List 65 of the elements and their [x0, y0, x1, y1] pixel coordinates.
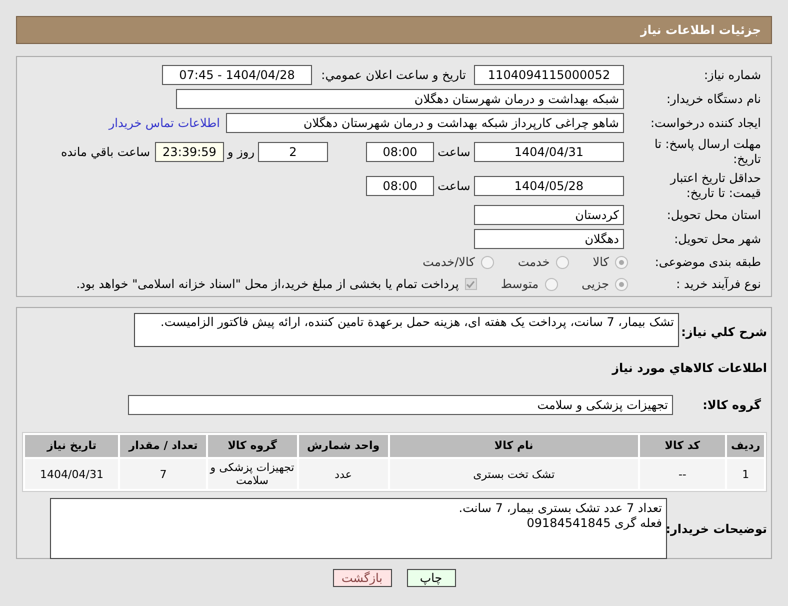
description-textarea[interactable]: تشک بیمار، 7 سانت، پرداخت یک هفته ای، هزینه حمل برعهدة تامین کننده، ارائه پیش فاکتور الزامیست. [134, 313, 679, 347]
column-header: تعداد / مقدار [120, 435, 206, 457]
radio-button[interactable] [556, 256, 569, 268]
radio-button[interactable] [615, 278, 628, 290]
field-label: گروه کالا: [702, 397, 761, 414]
field-label: استان محل تحویل: [666, 208, 761, 222]
column-header: کد کالا [640, 435, 726, 457]
radio-label: خدمت [518, 254, 550, 271]
table-cell: -- [640, 459, 726, 489]
text-field[interactable]: شبکه بهداشت و درمان شهرستان دهگلان [176, 89, 624, 109]
radio-label: جزیی [582, 276, 609, 293]
field-label: نوع فرآیند خرید : [675, 276, 761, 292]
field-label: مهلت ارسال پاسخ: تا تاریخ: [653, 137, 761, 167]
column-header: تاریخ نیاز [25, 435, 118, 457]
text-field[interactable]: کردستان [474, 205, 624, 225]
text-field[interactable]: دهگلان [474, 229, 624, 249]
field-label: ایجاد کننده درخواست: [649, 116, 761, 130]
radio-button[interactable] [544, 278, 558, 290]
field-label: تاریخ و ساعت اعلان عمومي: [320, 68, 466, 82]
text-field[interactable]: 1404/04/31 [474, 142, 624, 162]
contact-link[interactable]: اطلاعات تماس خریدار [108, 114, 220, 132]
radio-label: كالا/خدمت [422, 254, 475, 271]
time-label: ساعت [436, 178, 472, 195]
field-label: طبقه بندی موضوعی: [654, 254, 761, 270]
notes-line: تعداد 7 عدد تشک بستری بیمار، 7 سانت. [458, 501, 662, 516]
table-cell: 1404/04/31 [25, 459, 118, 489]
field-label: توضیحات خریدار: [667, 520, 767, 538]
text-field[interactable]: 08:00 [366, 142, 434, 162]
section-heading: اطلاعات کالاهاي مورد نیاز [612, 360, 767, 377]
column-header: واحد شمارش [298, 435, 388, 457]
table-cell: تجهیزات پزشکی و سلامت [208, 459, 297, 489]
notes-line: فعله گری 09184541845 [526, 516, 662, 531]
time-label: ساعت [436, 144, 472, 161]
back-button[interactable]: بازگشت [332, 569, 392, 587]
text-field[interactable]: 1404/05/28 [474, 176, 624, 196]
text-field[interactable]: 2 [258, 142, 328, 162]
table-cell: 1 [727, 459, 764, 489]
checkbox[interactable] [464, 278, 477, 290]
radio-label: كالا [592, 254, 609, 271]
table-cell: عدد [298, 459, 388, 489]
text-field[interactable]: 1404/04/28 - 07:45 [162, 65, 312, 85]
radio-button[interactable] [615, 256, 628, 268]
column-header: نام کالا [390, 435, 638, 457]
text-field[interactable]: شاهو چراغی کارپرداز شبکه بهداشت و درمان شهرستان دهگلان [226, 113, 624, 133]
radio-label: متوسط [500, 276, 539, 293]
field-label: نام دستگاه خریدار: [666, 92, 761, 106]
remaining-label: ساعت باقي مانده [60, 144, 150, 161]
days-label: روز و [226, 144, 256, 161]
notes-textarea[interactable]: تعداد 7 عدد تشک بستری بیمار، 7 سانت. فعله گری 09184541845 [50, 498, 667, 559]
field-label: شرح کلي نیاز: [680, 324, 767, 341]
countdown-field[interactable]: 23:39:59 [155, 142, 224, 162]
print-button[interactable]: چاپ [406, 569, 456, 587]
radio-button[interactable] [480, 256, 494, 268]
table-cell: تشک تخت بستری [390, 459, 638, 489]
column-header: گروه کالا [208, 435, 297, 457]
table-cell: 7 [120, 459, 206, 489]
page-title: جزئیات اطلاعات نیاز [640, 22, 761, 39]
column-header: ردیف [727, 435, 764, 457]
treasury-note: پرداخت تمام یا بخشی از مبلغ خرید،از محل "اسناد خزانه اسلامی" خواهد بود. [76, 276, 459, 293]
field-label: شهر محل تحویل: [673, 232, 761, 246]
text-field[interactable]: 1104094115000052 [474, 65, 624, 85]
text-field[interactable]: تجهیزات پزشکی و سلامت [128, 395, 673, 415]
field-label: حداقل تاریخ اعتبار قیمت: تا تاریخ: [668, 171, 761, 201]
text-field[interactable]: 08:00 [366, 176, 434, 196]
field-label: شماره نیاز: [703, 68, 761, 82]
